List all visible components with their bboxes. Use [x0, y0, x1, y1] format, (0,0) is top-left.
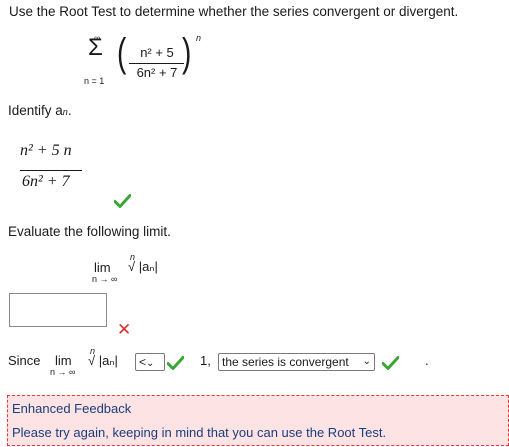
- limit-answer-input[interactable]: [9, 293, 107, 327]
- incorrect-x-icon: ✕: [117, 320, 132, 339]
- comparison-select[interactable]: <⌄: [135, 353, 165, 371]
- correct-check-icon: [114, 194, 131, 208]
- end-period: .: [425, 353, 429, 368]
- since-root-expression: √ |aₙ|: [88, 353, 118, 368]
- question-prompt: Use the Root Test to determine whether t…: [9, 4, 459, 19]
- lim-subscript: n → ∞: [92, 274, 118, 284]
- since-lim-text: lim: [55, 353, 72, 368]
- left-paren: (: [116, 31, 127, 75]
- comparison-value: 1,: [200, 353, 211, 368]
- since-label: Since: [8, 353, 41, 368]
- evaluate-label: Evaluate the following limit.: [8, 224, 171, 239]
- series-numerator: n² + 5: [140, 45, 174, 60]
- conclusion-select[interactable]: the series is convergent ⌄: [218, 353, 375, 371]
- fraction-bar: [129, 63, 184, 64]
- an-answer-denominator: 6n² + 7: [22, 173, 70, 190]
- identify-label: Identify an.: [8, 103, 72, 118]
- an-answer-fraction-bar: [20, 170, 82, 171]
- chevron-down-icon: ⌄: [362, 356, 371, 367]
- since-lim-subscript: n → ∞: [50, 367, 76, 377]
- lim-text: lim: [94, 260, 111, 275]
- root-expression: √ |aₙ|: [128, 259, 158, 274]
- an-answer-numerator: n² + 5 n: [20, 142, 72, 159]
- sum-symbol: Σ: [88, 34, 103, 61]
- series-exponent: n: [196, 33, 202, 43]
- feedback-text: Please try again, keeping in mind that y…: [12, 425, 387, 440]
- correct-check-icon: [167, 356, 184, 370]
- feedback-title: Enhanced Feedback: [12, 401, 132, 416]
- sum-lower-limit: n = 1: [84, 76, 105, 86]
- chevron-down-icon: ⌄: [146, 358, 155, 369]
- right-paren: ): [181, 31, 192, 75]
- correct-check-icon: [382, 356, 399, 370]
- series-denominator: 6n² + 7: [136, 65, 178, 80]
